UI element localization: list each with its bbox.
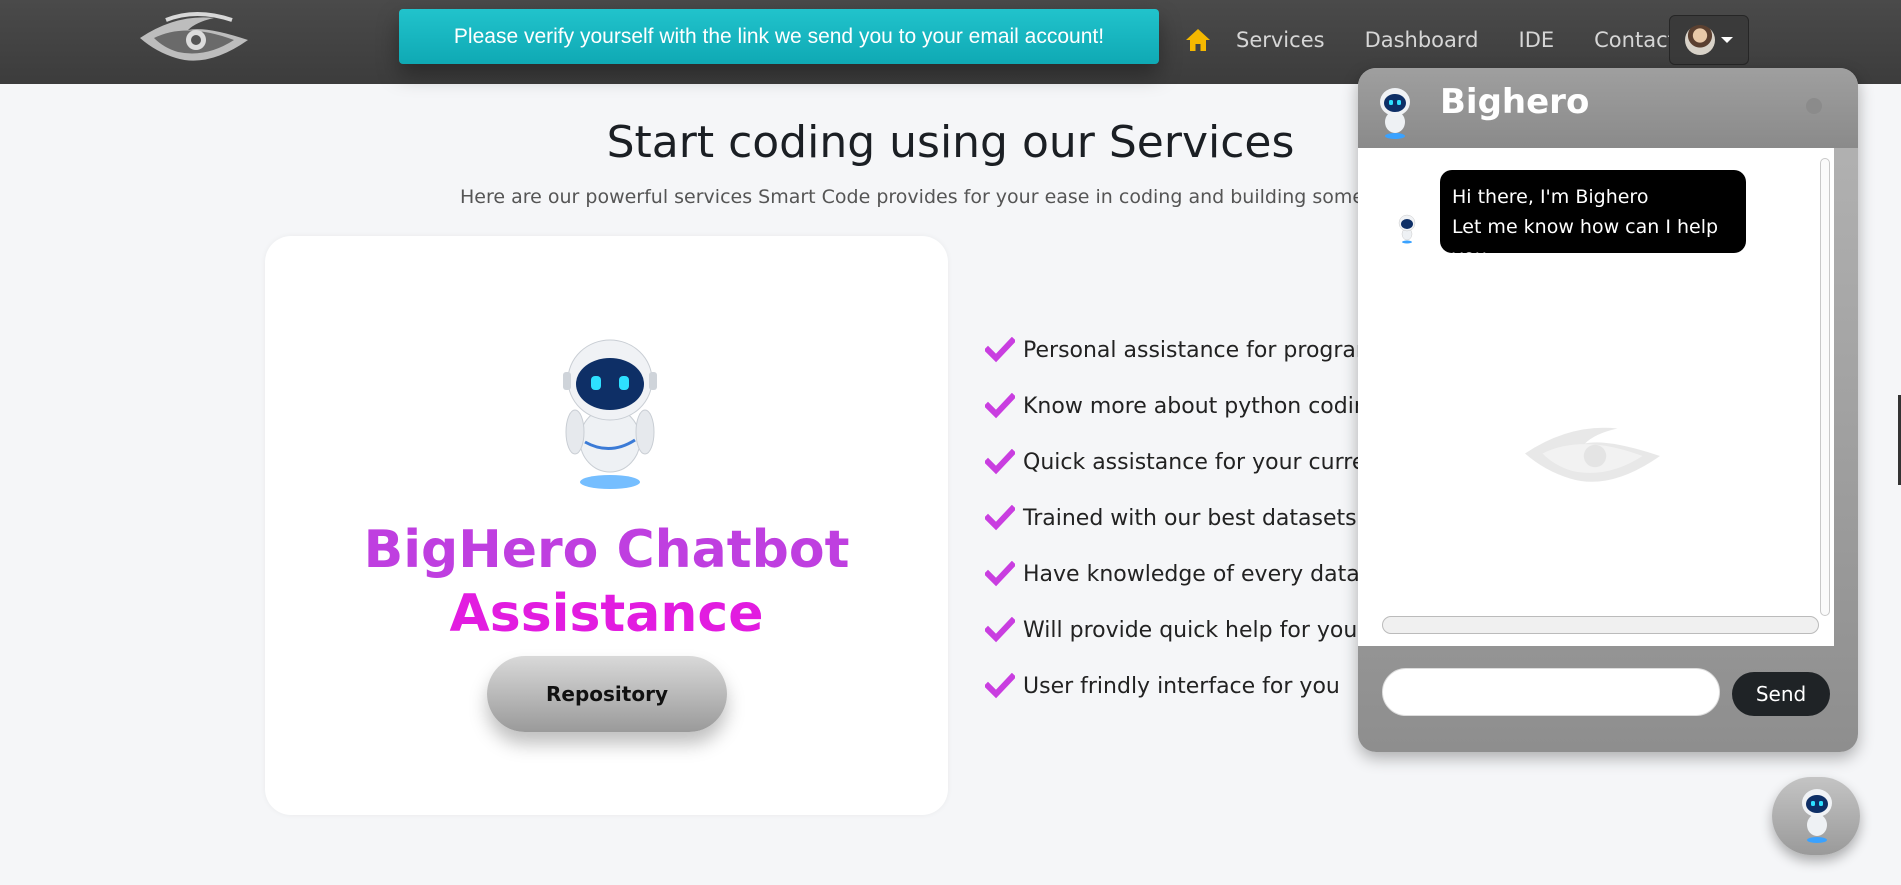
chatbot-service-card: BigHero Chatbot Assistance Repository bbox=[265, 236, 948, 815]
chatbot-panel: Bighero Hi there, I'm Bighero Let me kno… bbox=[1358, 68, 1858, 752]
verify-email-banner: Please verify yourself with the link we … bbox=[399, 9, 1159, 64]
close-icon[interactable] bbox=[1806, 98, 1822, 114]
robot-icon bbox=[1398, 214, 1416, 244]
list-item: Will provide quick help for you bbox=[985, 602, 1410, 658]
feature-text: Know more about python coding bbox=[1023, 393, 1382, 419]
chat-vertical-scrollbar[interactable] bbox=[1820, 158, 1830, 616]
chat-header: Bighero bbox=[1358, 68, 1858, 148]
robot-icon bbox=[1380, 88, 1410, 139]
nav-link-ide[interactable]: IDE bbox=[1519, 28, 1555, 52]
avatar bbox=[1685, 25, 1715, 55]
nav-link-dashboard[interactable]: Dashboard bbox=[1365, 28, 1479, 52]
check-icon bbox=[985, 449, 1015, 475]
list-item: Trained with our best datasets bbox=[985, 490, 1410, 546]
home-icon[interactable] bbox=[1182, 24, 1214, 56]
check-icon bbox=[985, 561, 1015, 587]
chatbot-toggle-button[interactable] bbox=[1772, 777, 1860, 855]
card-title-line2: Assistance bbox=[449, 584, 764, 644]
list-item: User frindly interface for you bbox=[985, 658, 1410, 714]
robot-icon bbox=[1802, 789, 1832, 843]
bot-message-line1: Hi there, I'm Bighero bbox=[1452, 186, 1649, 208]
feature-text: User frindly interface for you bbox=[1023, 673, 1340, 699]
list-item: Quick assistance for your current p bbox=[985, 434, 1410, 490]
profile-dropdown-button[interactable] bbox=[1669, 15, 1749, 65]
card-title: BigHero Chatbot Assistance bbox=[265, 518, 948, 646]
check-icon bbox=[985, 393, 1015, 419]
eye-logo-icon bbox=[1525, 427, 1660, 482]
feature-text: Trained with our best datasets bbox=[1023, 505, 1357, 531]
nav-link-services[interactable]: Services bbox=[1236, 28, 1325, 52]
chat-title: Bighero bbox=[1440, 82, 1590, 122]
nav-link-contact[interactable]: Contact bbox=[1594, 28, 1676, 52]
feature-text: Will provide quick help for you bbox=[1023, 617, 1358, 643]
bot-message: Hi there, I'm Bighero Let me know how ca… bbox=[1440, 170, 1746, 268]
list-item: Personal assistance for programm bbox=[985, 322, 1410, 378]
bot-message-line2: Let me know how can I help you bbox=[1452, 216, 1719, 268]
chat-messages: Hi there, I'm Bighero Let me know how ca… bbox=[1358, 148, 1834, 646]
check-icon bbox=[985, 337, 1015, 363]
chevron-down-icon bbox=[1721, 37, 1733, 43]
list-item: Know more about python coding bbox=[985, 378, 1410, 434]
send-button[interactable]: Send bbox=[1732, 672, 1830, 716]
feature-list: Personal assistance for programm Know mo… bbox=[985, 322, 1410, 714]
feature-text: Personal assistance for programm bbox=[1023, 337, 1399, 363]
feature-text: Have knowledge of every data stru bbox=[1023, 561, 1410, 587]
page-subtitle: Here are our powerful services Smart Cod… bbox=[460, 186, 1437, 208]
card-title-line1: BigHero Chatbot bbox=[363, 520, 850, 580]
chat-horizontal-scrollbar[interactable] bbox=[1382, 616, 1819, 634]
feature-text: Quick assistance for your current p bbox=[1023, 449, 1409, 475]
eye-logo-icon[interactable] bbox=[136, 8, 256, 72]
check-icon bbox=[985, 617, 1015, 643]
check-icon bbox=[985, 505, 1015, 531]
robot-icon bbox=[563, 339, 657, 489]
chat-message-input[interactable] bbox=[1382, 668, 1720, 716]
repository-button[interactable]: Repository bbox=[487, 656, 727, 732]
check-icon bbox=[985, 673, 1015, 699]
list-item: Have knowledge of every data stru bbox=[985, 546, 1410, 602]
